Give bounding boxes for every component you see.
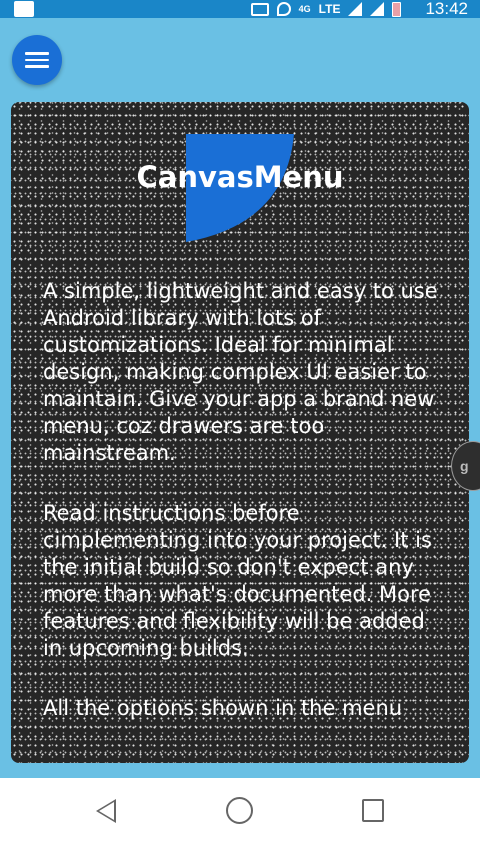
navigation-bar (0, 778, 480, 843)
menu-button[interactable] (12, 35, 62, 85)
home-icon[interactable] (226, 797, 253, 824)
notification-icon (14, 1, 34, 17)
description-paragraph: A simple, lightweight and easy to use An… (43, 279, 438, 465)
content-card: CanvasMenu A simple, lightweight and eas… (11, 102, 469, 763)
wifi-call-icon (276, 2, 291, 16)
recents-icon[interactable] (362, 799, 384, 822)
hamburger-menu-icon (25, 52, 49, 55)
back-icon[interactable] (96, 799, 116, 823)
app-title: CanvasMenu (136, 160, 344, 194)
signal-icon (348, 2, 363, 16)
cast-icon (250, 2, 269, 16)
status-bar: 4G LTE 13:42 (0, 0, 480, 18)
network-type-label: 4G (298, 4, 311, 14)
signal-icon (370, 2, 385, 16)
edge-handle-label: g (460, 458, 469, 474)
instructions-paragraph: Read instructions before cimplementing i… (43, 501, 432, 660)
status-icons: 4G LTE 13:42 (250, 0, 468, 18)
battery-icon (392, 1, 402, 17)
lte-label: LTE (318, 2, 341, 16)
options-paragraph: All the options shown in the menu (43, 696, 403, 720)
status-time: 13:42 (425, 0, 468, 18)
